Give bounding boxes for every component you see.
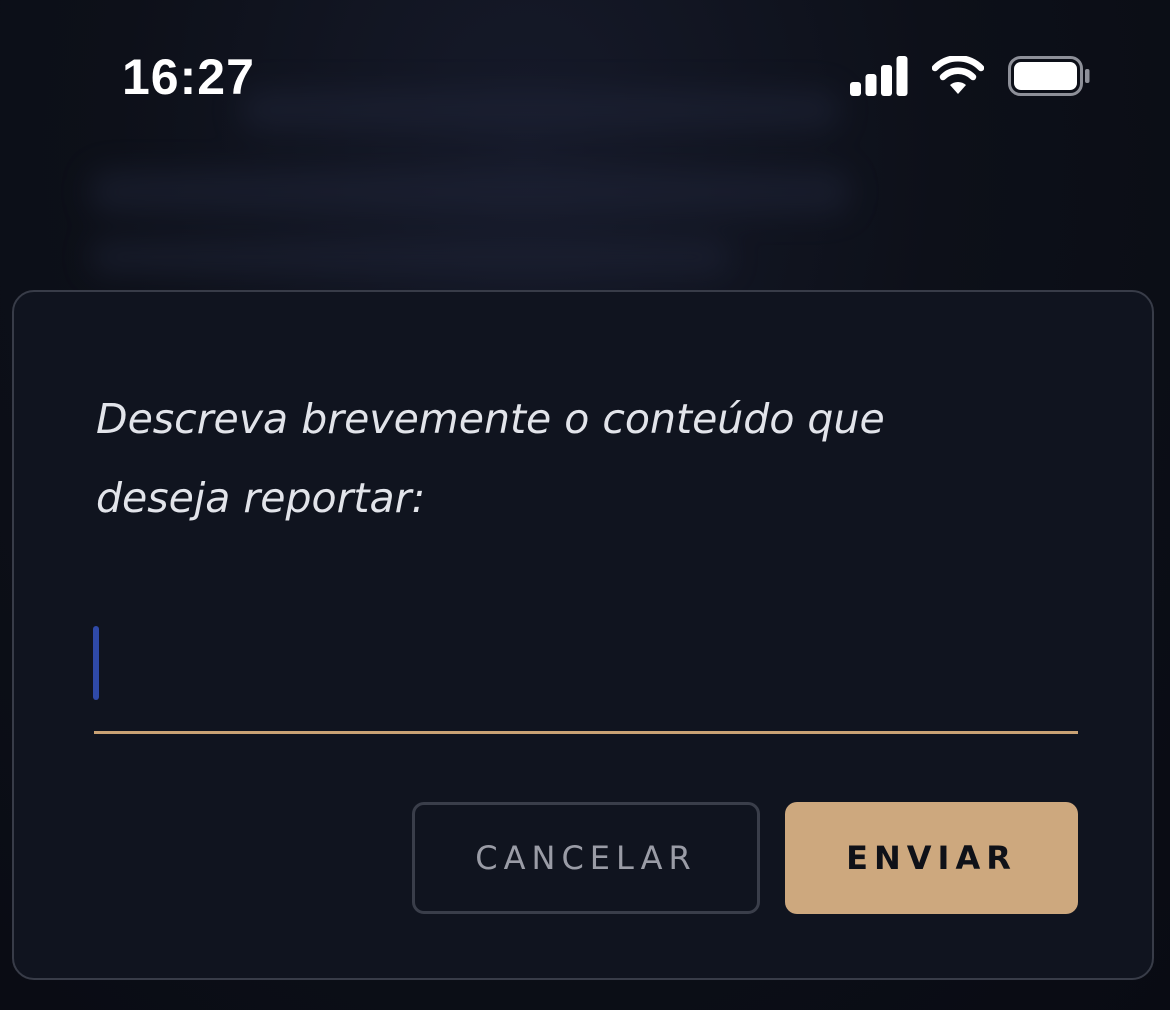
screen: 16:27 Descreva brevemente o conteúdo que… [0, 0, 1170, 1010]
status-time: 16:27 [122, 49, 255, 105]
report-description-input[interactable] [94, 624, 1078, 734]
status-bar: 16:27 [0, 0, 1170, 150]
report-dialog: Descreva brevemente o conteúdo que desej… [12, 290, 1154, 980]
status-icons [850, 56, 1090, 96]
send-button[interactable]: ENVIAR [785, 802, 1078, 914]
dialog-prompt: Descreva brevemente o conteúdo que desej… [96, 395, 885, 522]
cancel-button[interactable]: CANCELAR [412, 802, 760, 914]
text-cursor [93, 626, 99, 700]
cellular-signal-icon [850, 56, 908, 96]
battery-icon [1008, 56, 1090, 96]
wifi-icon [932, 56, 984, 96]
